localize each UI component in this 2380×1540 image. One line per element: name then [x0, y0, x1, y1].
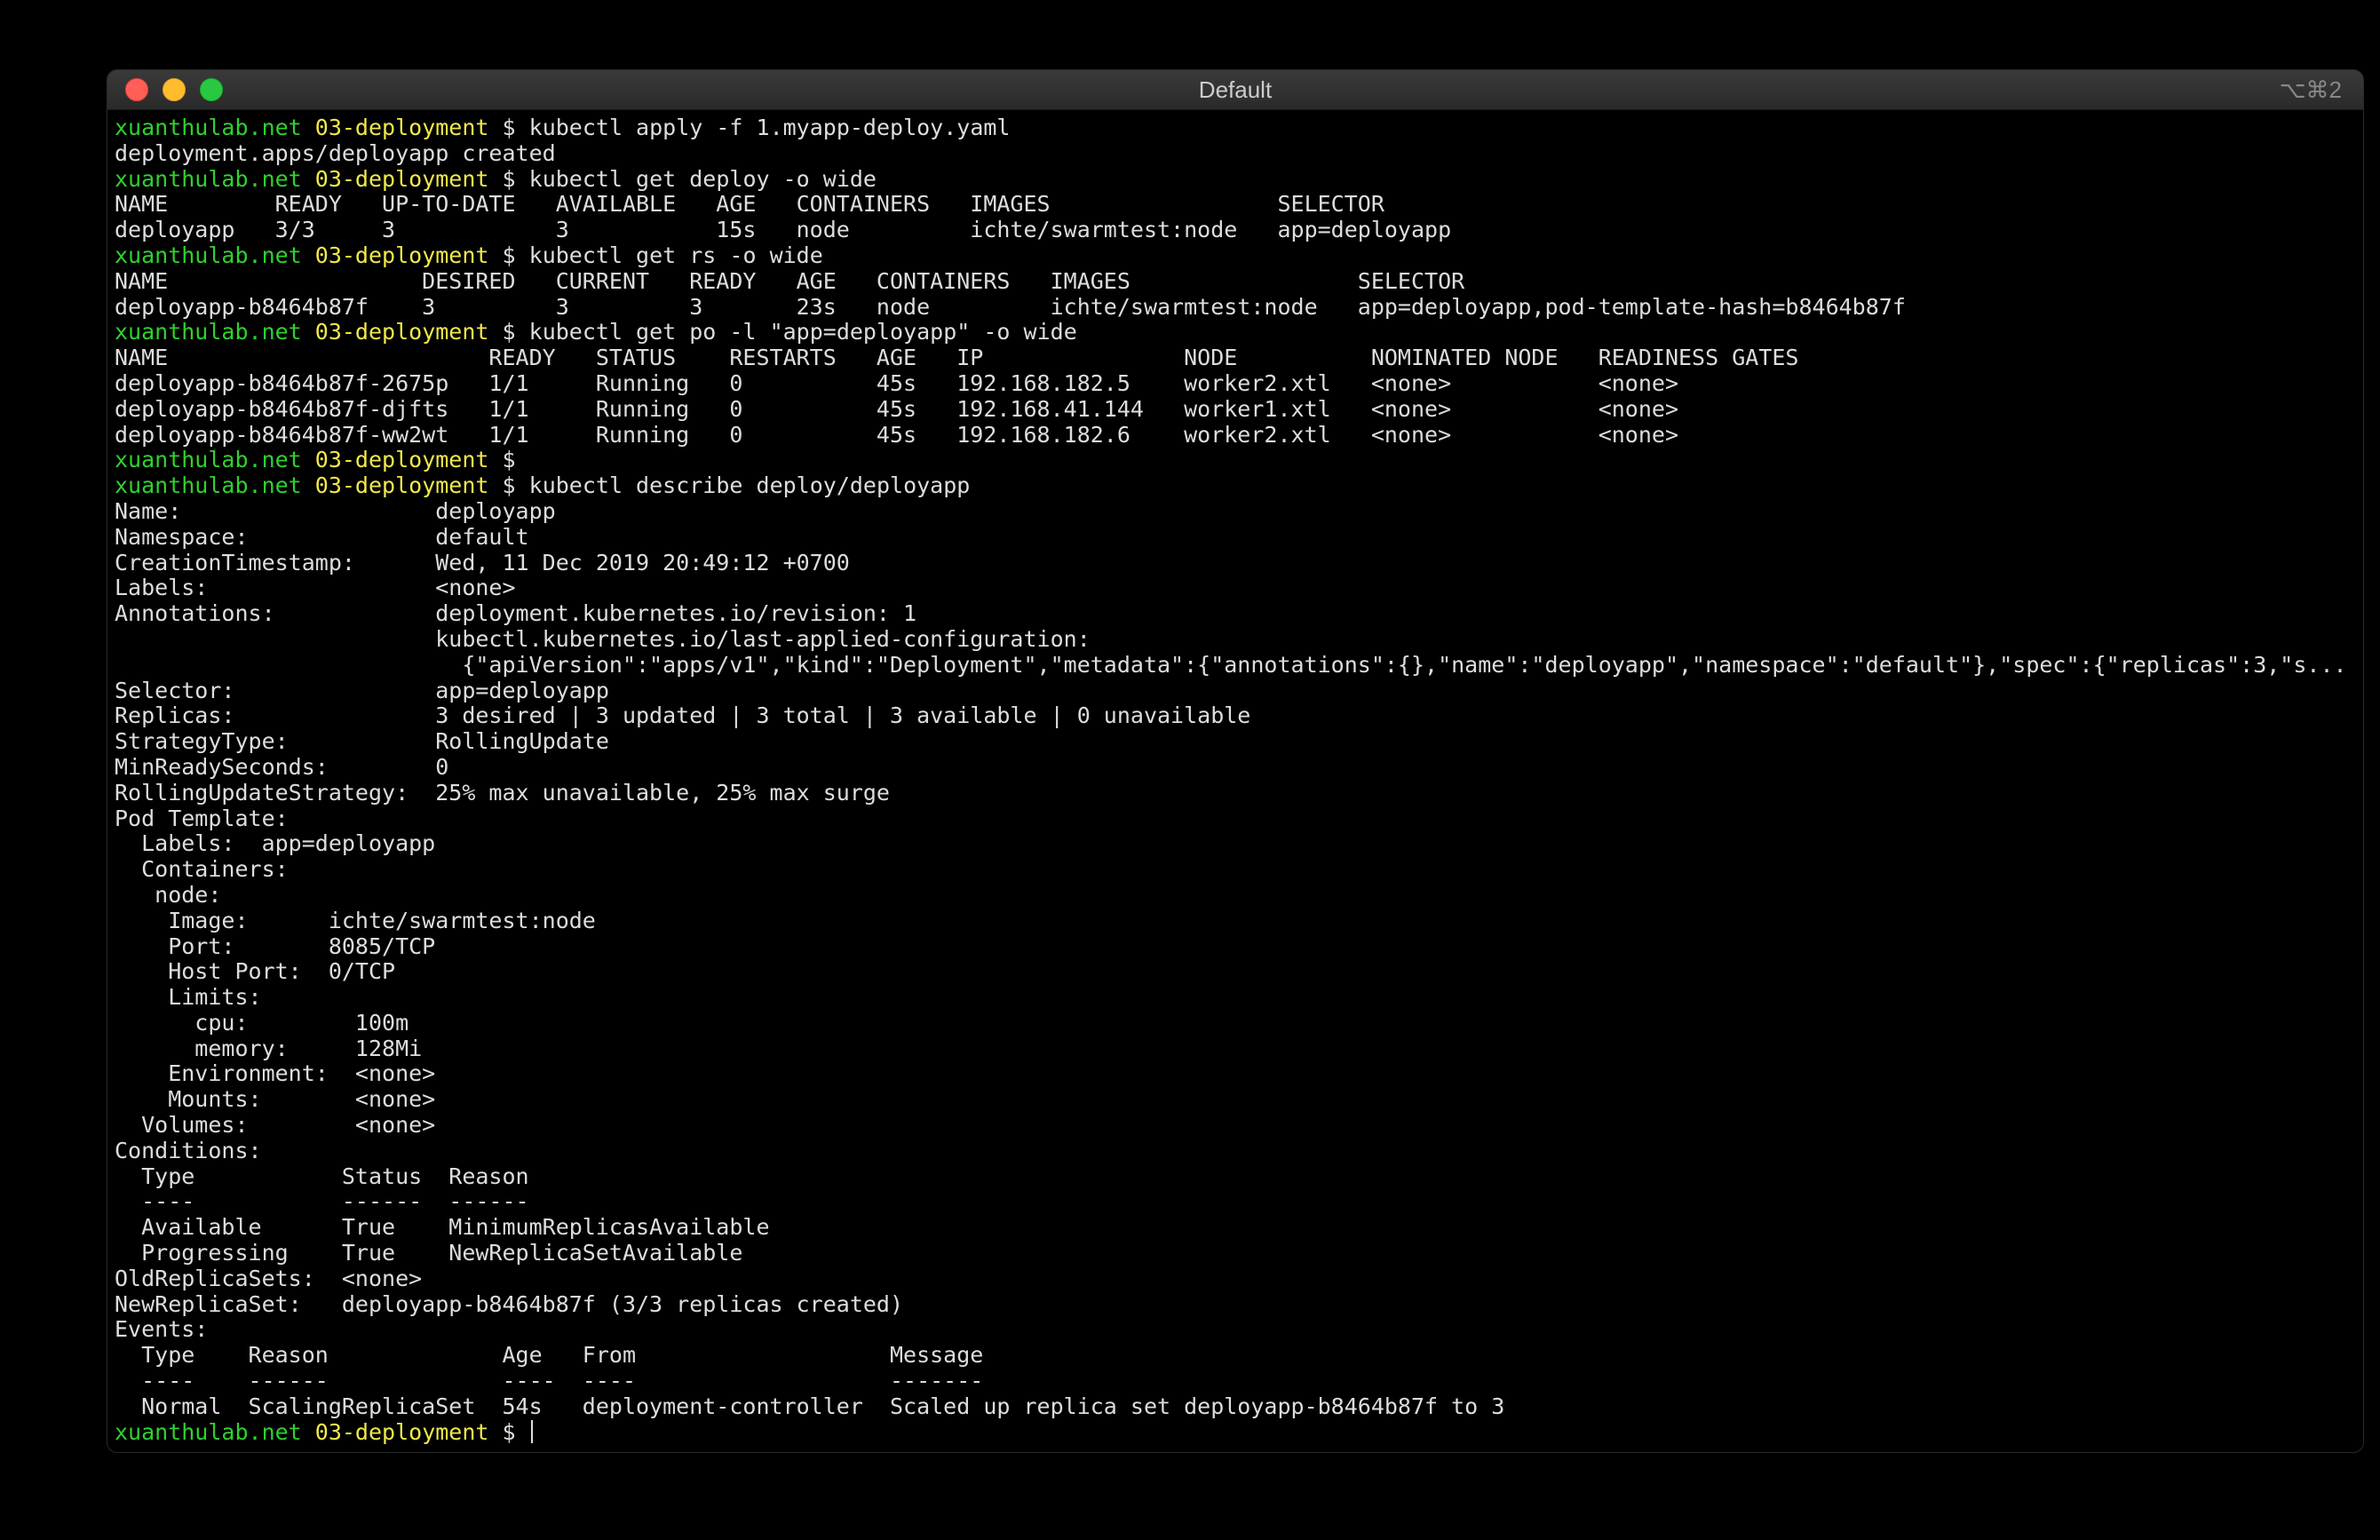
output-line: ---- ------ ------: [115, 1189, 2356, 1215]
output-line: Available True MinimumReplicasAvailable: [115, 1215, 2356, 1241]
window-title: Default: [107, 76, 2363, 104]
output-line: kubectl.kubernetes.io/last-applied-confi…: [115, 627, 2356, 653]
output-line: Events:: [115, 1317, 2356, 1343]
output-line: Labels: app=deployapp: [115, 831, 2356, 857]
output-line: deployment.apps/deployapp created: [115, 141, 2356, 167]
output-line: deployapp-b8464b87f-2675p 1/1 Running 0 …: [115, 371, 2356, 397]
prompt-host: xuanthulab.net: [115, 447, 302, 472]
output-line: Type Reason Age From Message: [115, 1343, 2356, 1369]
output-line: Pod Template:: [115, 806, 2356, 832]
prompt-path: 03-deployment: [315, 319, 489, 345]
prompt-symbol: $: [503, 447, 516, 472]
output-line: memory: 128Mi: [115, 1036, 2356, 1062]
prompt-host: xuanthulab.net: [115, 472, 302, 498]
prompt-line: xuanthulab.net 03-deployment $ kubectl d…: [115, 473, 2356, 499]
output-line: RollingUpdateStrategy: 25% max unavailab…: [115, 781, 2356, 806]
cursor: [531, 1420, 533, 1443]
prompt-path: 03-deployment: [315, 472, 489, 498]
output-line: NAME READY STATUS RESTARTS AGE IP NODE N…: [115, 345, 2356, 371]
prompt-path: 03-deployment: [315, 447, 489, 472]
prompt-path: 03-deployment: [315, 242, 489, 268]
output-line: StrategyType: RollingUpdate: [115, 729, 2356, 755]
titlebar[interactable]: Default ⌥⌘2: [107, 70, 2363, 110]
output-line: Labels: <none>: [115, 576, 2356, 601]
prompt-line: xuanthulab.net 03-deployment $ kubectl g…: [115, 320, 2356, 345]
prompt-symbol: $: [503, 472, 516, 498]
terminal-window: Default ⌥⌘2 xuanthulab.net 03-deployment…: [107, 69, 2364, 1453]
output-line: MinReadySeconds: 0: [115, 755, 2356, 781]
output-line: Environment: <none>: [115, 1061, 2356, 1087]
prompt-path: 03-deployment: [315, 115, 489, 140]
prompt-host: xuanthulab.net: [115, 1419, 302, 1445]
output-line: Image: ichte/swarmtest:node: [115, 909, 2356, 934]
output-line: deployapp-b8464b87f 3 3 3 23s node ichte…: [115, 295, 2356, 321]
command-text: kubectl describe deploy/deployapp: [529, 472, 971, 498]
output-line: NAME READY UP-TO-DATE AVAILABLE AGE CONT…: [115, 192, 2356, 218]
prompt-host: xuanthulab.net: [115, 242, 302, 268]
prompt-line: xuanthulab.net 03-deployment $: [115, 448, 2356, 473]
prompt-host: xuanthulab.net: [115, 115, 302, 140]
output-line: OldReplicaSets: <none>: [115, 1266, 2356, 1292]
output-line: CreationTimestamp: Wed, 11 Dec 2019 20:4…: [115, 551, 2356, 576]
output-line: node:: [115, 883, 2356, 909]
output-line: deployapp-b8464b87f-ww2wt 1/1 Running 0 …: [115, 423, 2356, 449]
prompt-line: xuanthulab.net 03-deployment $ kubectl a…: [115, 115, 2356, 141]
output-line: ---- ------ ---- ---- -------: [115, 1369, 2356, 1394]
output-line: Annotations: deployment.kubernetes.io/re…: [115, 601, 2356, 627]
output-line: Selector: app=deployapp: [115, 679, 2356, 704]
command-text: kubectl get deploy -o wide: [529, 166, 877, 192]
output-line: NewReplicaSet: deployapp-b8464b87f (3/3 …: [115, 1292, 2356, 1318]
output-line: Port: 8085/TCP: [115, 934, 2356, 960]
output-line: cpu: 100m: [115, 1011, 2356, 1036]
output-line: Host Port: 0/TCP: [115, 959, 2356, 985]
prompt-symbol: $: [503, 166, 516, 192]
prompt-path: 03-deployment: [315, 166, 489, 192]
output-line: Mounts: <none>: [115, 1087, 2356, 1113]
prompt-symbol: $: [503, 1419, 516, 1445]
output-line: Containers:: [115, 857, 2356, 883]
tab-shortcut: ⌥⌘2: [2280, 76, 2342, 104]
output-line: Volumes: <none>: [115, 1113, 2356, 1139]
prompt-path: 03-deployment: [315, 1419, 489, 1445]
prompt-symbol: $: [503, 319, 516, 345]
output-line: {"apiVersion":"apps/v1","kind":"Deployme…: [115, 653, 2356, 679]
prompt-line: xuanthulab.net 03-deployment $ kubectl g…: [115, 167, 2356, 193]
output-line: Progressing True NewReplicaSetAvailable: [115, 1241, 2356, 1266]
prompt-host: xuanthulab.net: [115, 166, 302, 192]
output-line: Type Status Reason: [115, 1164, 2356, 1190]
output-line: Limits:: [115, 985, 2356, 1011]
terminal-body[interactable]: xuanthulab.net 03-deployment $ kubectl a…: [107, 110, 2363, 1452]
output-line: Conditions:: [115, 1139, 2356, 1164]
output-line: deployapp-b8464b87f-djfts 1/1 Running 0 …: [115, 397, 2356, 423]
output-line: deployapp 3/3 3 3 15s node ichte/swarmte…: [115, 218, 2356, 243]
output-line: Namespace: default: [115, 525, 2356, 551]
prompt-line: xuanthulab.net 03-deployment $: [115, 1420, 2356, 1446]
command-text: kubectl apply -f 1.myapp-deploy.yaml: [529, 115, 1011, 140]
prompt-line: xuanthulab.net 03-deployment $ kubectl g…: [115, 243, 2356, 269]
prompt-symbol: $: [503, 242, 516, 268]
command-text: kubectl get po -l "app=deployapp" -o wid…: [529, 319, 1077, 345]
output-line: NAME DESIRED CURRENT READY AGE CONTAINER…: [115, 269, 2356, 295]
output-line: Replicas: 3 desired | 3 updated | 3 tota…: [115, 703, 2356, 729]
prompt-host: xuanthulab.net: [115, 319, 302, 345]
output-line: Normal ScalingReplicaSet 54s deployment-…: [115, 1394, 2356, 1420]
command-text: kubectl get rs -o wide: [529, 242, 823, 268]
output-line: Name: deployapp: [115, 499, 2356, 525]
prompt-symbol: $: [503, 115, 516, 140]
